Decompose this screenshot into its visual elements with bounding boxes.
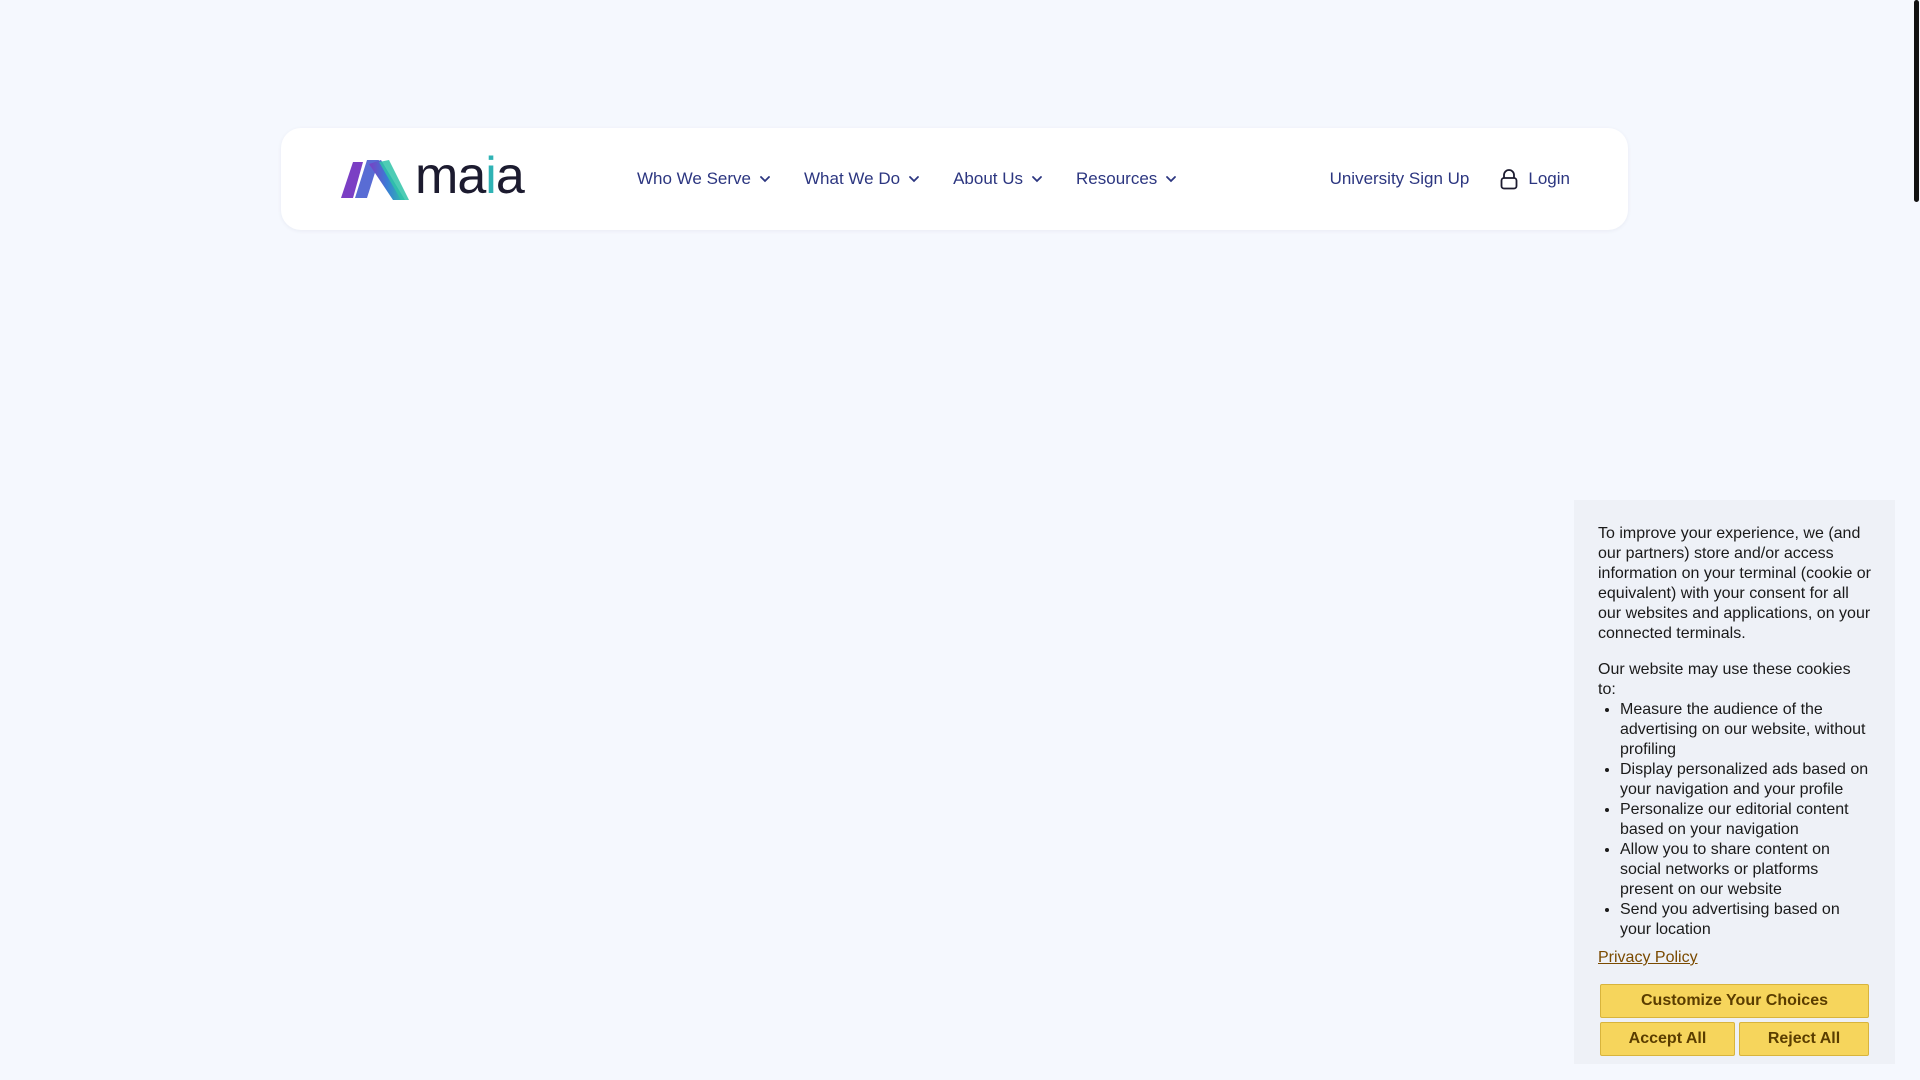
site-header: maia Who We Serve What We Do About Us Re… [281, 128, 1628, 230]
list-item: Personalize our editorial content based … [1620, 800, 1871, 840]
login-link[interactable]: Login [1499, 168, 1570, 190]
reject-all-button[interactable]: Reject All [1739, 1022, 1869, 1056]
cookie-button-row: Accept All Reject All [1600, 1022, 1871, 1056]
list-item: Allow you to share content on social net… [1620, 840, 1871, 900]
login-label: Login [1528, 169, 1570, 188]
list-item: Display personalized ads based on your n… [1620, 760, 1871, 800]
customize-choices-button[interactable]: Customize Your Choices [1600, 984, 1869, 1018]
chevron-down-icon [1166, 176, 1177, 183]
chevron-down-icon [760, 176, 770, 183]
scrollbar-thumb[interactable] [1914, 0, 1919, 202]
nav-item-what-we-do[interactable]: What We Do [804, 169, 921, 189]
privacy-policy-link[interactable]: Privacy Policy [1598, 948, 1698, 968]
cookie-consent-panel: To improve your experience, we (and our … [1574, 500, 1895, 1064]
list-item: Send you advertising based on your locat… [1620, 900, 1871, 940]
cookie-purpose-list: Measure the audience of the advertising … [1598, 700, 1871, 940]
university-signup-link[interactable]: University Sign Up [1330, 169, 1470, 189]
nav-item-label: About Us [953, 169, 1024, 188]
scrollbar-track[interactable] [1910, 0, 1920, 1080]
header-actions: University Sign Up Login [1330, 128, 1570, 230]
cookie-intro-text: To improve your experience, we (and our … [1598, 525, 1872, 642]
lock-icon [1500, 169, 1518, 190]
nav-item-label: Who We Serve [637, 169, 752, 188]
cookie-list-intro: Our website may use these cookies to: [1598, 661, 1851, 698]
maia-logo-icon [341, 160, 409, 200]
nav-item-label: Resources [1076, 169, 1158, 188]
nav-item-who-we-serve[interactable]: Who We Serve [637, 169, 772, 189]
nav-item-resources[interactable]: Resources [1076, 169, 1178, 189]
chevron-down-icon [909, 176, 919, 183]
main-nav: Who We Serve What We Do About Us Resourc… [637, 128, 1210, 230]
nav-item-label: What We Do [804, 169, 901, 188]
chevron-down-icon [1032, 176, 1042, 183]
logo-wordmark: maia [415, 147, 525, 205]
accept-all-button[interactable]: Accept All [1600, 1022, 1735, 1056]
nav-item-about-us[interactable]: About Us [953, 169, 1044, 189]
list-item: Measure the audience of the advertising … [1620, 700, 1871, 760]
maia-logo[interactable]: maia [339, 150, 529, 204]
